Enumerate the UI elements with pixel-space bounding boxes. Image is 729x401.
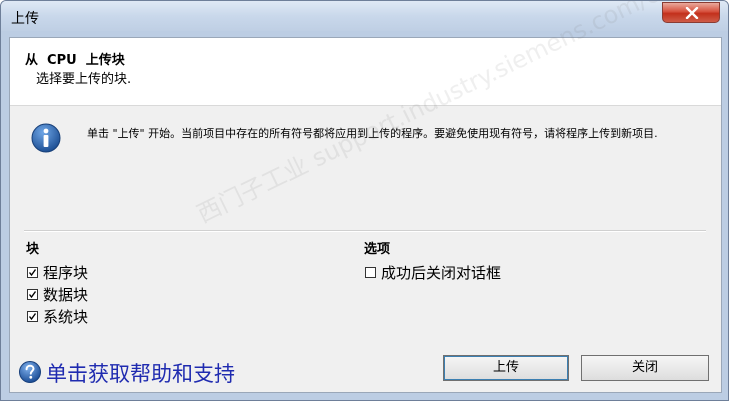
check-icon [28,290,37,298]
checkbox-program-blocks[interactable]: 程序块 [27,263,89,282]
dialog-body: 从 CPU 上传块 选择要上传的块. 单击 "上传" 开始。当前项目中存在的所有… [9,1,728,393]
window-close-button[interactable] [662,2,720,23]
checkbox-label: 数据块 [43,285,89,304]
title-bar[interactable]: 上传 [1,1,728,31]
options-section-label: 选项 [364,242,391,257]
checkbox-label: 系统块 [43,307,89,326]
header-subtitle: 选择要上传的块. [36,72,132,87]
checkbox-label: 程序块 [43,263,89,282]
help-icon[interactable] [18,360,42,384]
header-title: 从 CPU 上传块 [25,53,125,68]
info-icon [31,123,61,153]
checkbox-label: 成功后关闭对话框 [381,263,502,282]
close-icon [685,7,699,19]
watermark: 西门子工业 support.industry.siemens.com/cs 找答… [192,0,729,229]
checkbox-box[interactable] [27,266,38,278]
blocks-section-label: 块 [26,242,40,257]
info-message: 单击 "上传" 开始。当前项目中存在的所有符号都将应用到上传的程序。要避免使用现… [87,127,658,140]
checkbox-system-blocks[interactable]: 系统块 [27,307,89,326]
upload-button[interactable]: 上传 [443,355,569,381]
dialog-header: 从 CPU 上传块 选择要上传的块. [10,38,721,106]
checkbox-box[interactable] [27,288,38,300]
check-icon [28,312,37,320]
checkbox-box[interactable] [365,266,376,278]
separator [24,230,706,232]
check-icon [28,268,37,276]
checkbox-data-blocks[interactable]: 数据块 [27,285,89,304]
help-link[interactable]: 单击获取帮助和支持 [46,358,235,388]
window-title: 上传 [11,11,39,27]
checkbox-box[interactable] [27,310,38,322]
upload-dialog: 上传 从 CPU 上传块 选择要上传的块. 单击 "上传" 开始。当前项目中存在… [0,0,729,401]
close-button[interactable]: 关闭 [581,355,709,381]
checkbox-close-on-success[interactable]: 成功后关闭对话框 [365,263,502,282]
